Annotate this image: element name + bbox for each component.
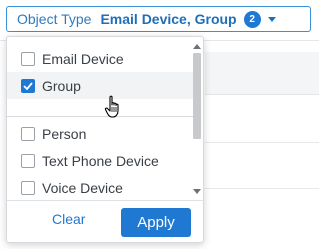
selected-count-badge: 2 (243, 10, 261, 28)
person-checkbox[interactable] (21, 126, 35, 141)
email-device-checkbox[interactable] (21, 51, 35, 66)
background-row-divider (205, 188, 319, 189)
filter-selected-values: Email Device, Group (100, 11, 237, 27)
option-email-device[interactable]: Email Device (7, 45, 195, 72)
option-label: Email Device (42, 50, 124, 67)
scroll-thumb[interactable] (193, 53, 201, 139)
option-label: Text Phone Device (42, 152, 159, 169)
scroll-up-arrow-icon[interactable] (193, 44, 201, 49)
option-group[interactable]: Group (7, 72, 195, 99)
voice-device-checkbox[interactable] (21, 180, 35, 195)
background-row-divider (205, 142, 319, 143)
hand-pointer-cursor-icon (104, 95, 119, 118)
options-divider (7, 116, 195, 117)
filter-label: Object Type (17, 11, 92, 27)
option-label: Voice Device (42, 179, 123, 196)
object-type-filter-button[interactable]: Object Type Email Device, Group 2 (6, 6, 311, 32)
dropdown-scrollbar[interactable] (192, 43, 202, 195)
group-checkbox[interactable] (21, 78, 35, 93)
scroll-down-arrow-icon[interactable] (193, 189, 201, 194)
option-person[interactable]: Person (7, 120, 195, 147)
clear-button[interactable]: Clear (52, 211, 85, 227)
options-list: Email Device Group Person Text Phone Dev… (7, 45, 195, 201)
background-table-header (205, 52, 319, 95)
chevron-down-icon (267, 16, 276, 22)
option-text-phone-device[interactable]: Text Phone Device (7, 147, 195, 174)
checkmark-icon (23, 81, 33, 90)
option-label: Person (42, 125, 87, 142)
object-type-dropdown: Email Device Group Person Text Phone Dev… (6, 36, 204, 243)
page: Object Type Email Device, Group 2 Email … (0, 0, 319, 249)
option-voice-device[interactable]: Voice Device (7, 174, 195, 201)
text-phone-device-checkbox[interactable] (21, 153, 35, 168)
apply-button[interactable]: Apply (121, 208, 191, 237)
option-label: Group (42, 77, 81, 94)
dropdown-footer: Clear Apply (7, 200, 203, 242)
